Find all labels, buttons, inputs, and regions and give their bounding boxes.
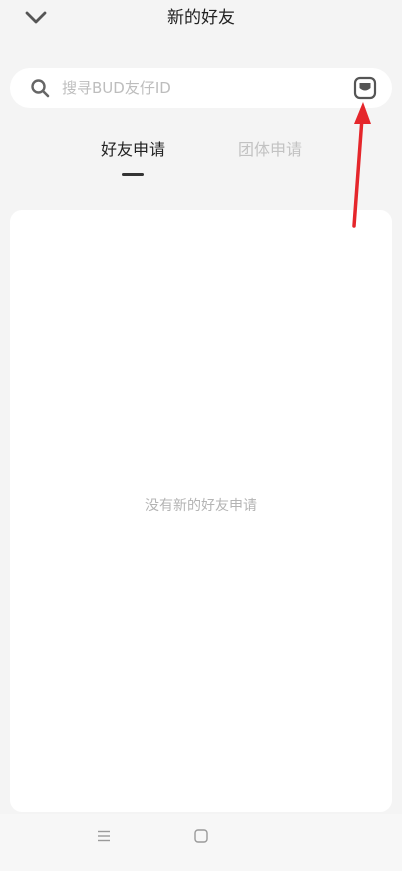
scan-icon[interactable] [353,76,377,100]
requests-panel: 没有新的好友申请 [10,210,392,812]
home-icon[interactable] [193,828,209,844]
empty-state-text: 没有新的好友申请 [145,498,257,514]
search-bar [10,68,392,108]
header: 新的好友 [0,0,402,44]
active-tab-indicator [122,173,144,176]
system-nav-bar [0,814,402,871]
menu-icon[interactable] [96,828,112,844]
tab-bar: 好友申请 团体申请 [0,138,402,182]
page-title: 新的好友 [167,8,235,28]
search-input[interactable] [62,76,342,100]
search-icon [30,78,50,98]
tab-friend-requests[interactable]: 好友申请 [73,138,193,162]
tab-group-requests[interactable]: 团体申请 [210,138,330,162]
